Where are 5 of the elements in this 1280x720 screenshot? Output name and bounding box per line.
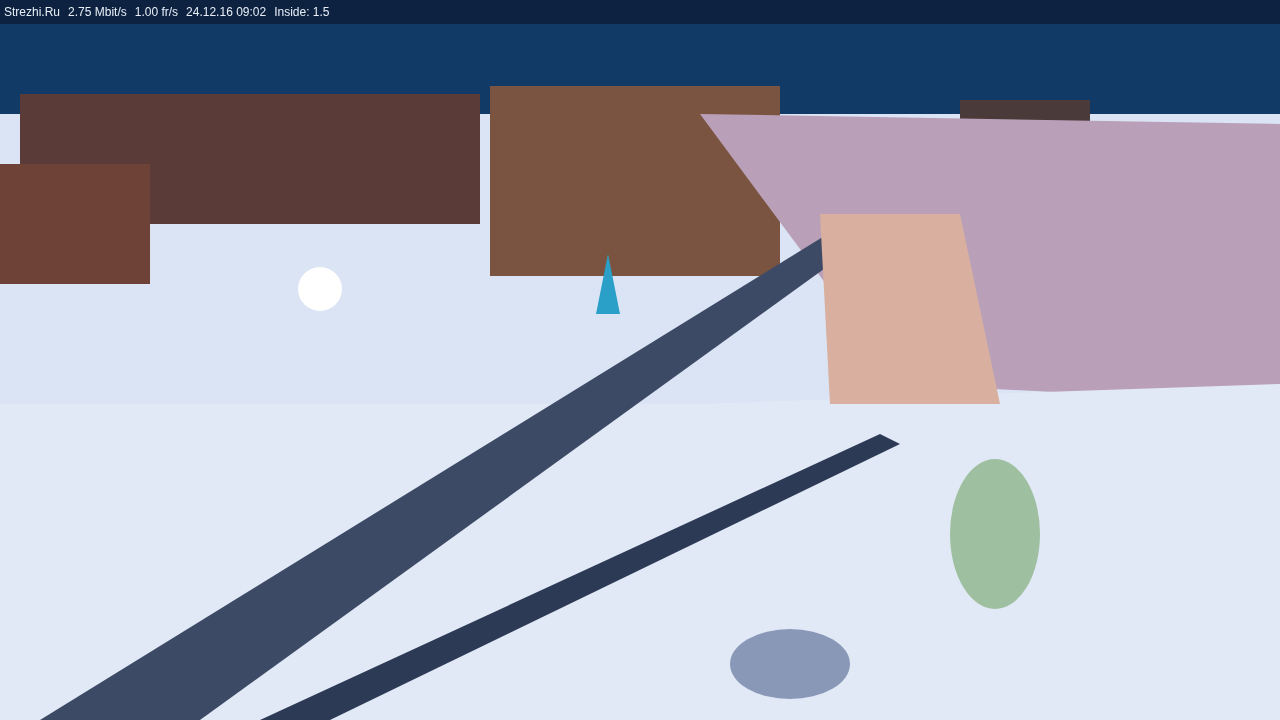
status-text: Strezhi.Ru — [4, 5, 61, 19]
status-text: 2.75 Mbit/s — [68, 5, 127, 19]
status-text: 24.12.16 09:02 — [186, 5, 267, 19]
status-text: 1.00 fr/s — [134, 5, 179, 19]
status-text: Inside: 1.5 — [274, 5, 330, 19]
